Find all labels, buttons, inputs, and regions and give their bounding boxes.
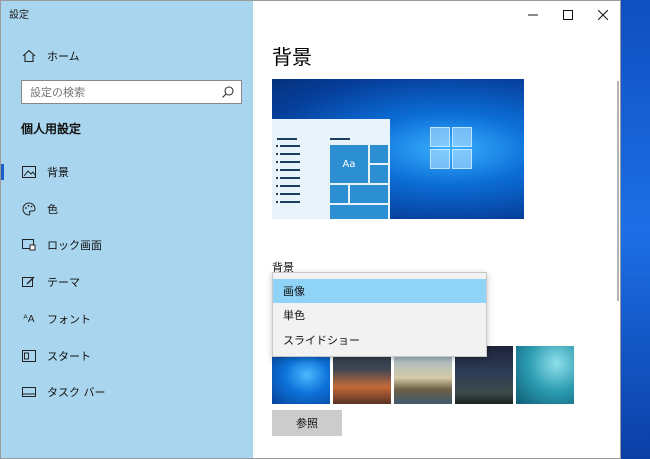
search-icon[interactable] [221,85,235,99]
font-icon: ᴬA [23,313,35,325]
settings-window: 設定 ホーム 個人用設定 背景 色 [0,0,621,459]
search-field[interactable] [21,80,242,104]
app-title: 設定 [9,10,29,21]
browse-button[interactable]: 参照 [272,410,342,436]
thumbnail-underwater[interactable] [516,346,574,404]
background-preview: Aa [272,79,524,219]
section-title: 個人用設定 [21,122,82,136]
sidebar-item-taskbar[interactable]: タスク バー [1,377,253,407]
sidebar-item-label: ロック画面 [47,239,102,252]
close-button[interactable] [586,1,620,29]
preview-tile: Aa [330,145,368,183]
desktop-background [621,0,650,459]
lock-screen-icon [21,237,37,253]
sidebar-item-label: タスク バー [47,386,106,399]
scrollbar[interactable] [617,81,619,301]
dropdown-option-solid-color[interactable]: 単色 [273,303,486,327]
sidebar-item-font[interactable]: ᴬA フォント [1,304,253,334]
sidebar-item-start[interactable]: スタート [1,341,253,371]
maximize-button[interactable] [551,1,585,29]
sidebar-item-label: ホーム [47,50,80,63]
sidebar-item-label: スタート [47,350,91,363]
background-type-dropdown[interactable]: 画像 単色 スライドショー [272,272,487,357]
sidebar-item-label: 色 [47,203,58,216]
home-icon [21,48,37,64]
sidebar-item-color[interactable]: 色 [1,194,253,224]
page-title: 背景 [272,45,312,69]
dropdown-option-slideshow[interactable]: スライドショー [273,328,486,352]
sidebar-item-background[interactable]: 背景 [1,157,253,187]
search-input[interactable] [22,81,212,103]
sidebar-item-home[interactable]: ホーム [1,41,253,71]
sidebar-item-theme[interactable]: テーマ [1,267,253,297]
taskbar-icon [21,384,37,400]
dropdown-option-picture[interactable]: 画像 [273,279,486,303]
image-icon [21,164,37,180]
minimize-button[interactable] [516,1,550,29]
start-icon [21,348,37,364]
theme-icon [21,274,37,290]
sidebar-item-label: テーマ [47,276,80,289]
sidebar-item-label: フォント [47,313,91,326]
palette-icon [21,201,37,217]
preview-window-mock: Aa [272,119,390,219]
sidebar-item-lock-screen[interactable]: ロック画面 [1,230,253,260]
sidebar: 設定 ホーム 個人用設定 背景 色 [1,1,253,458]
windows-logo-icon [430,127,474,171]
sidebar-item-label: 背景 [47,166,69,179]
